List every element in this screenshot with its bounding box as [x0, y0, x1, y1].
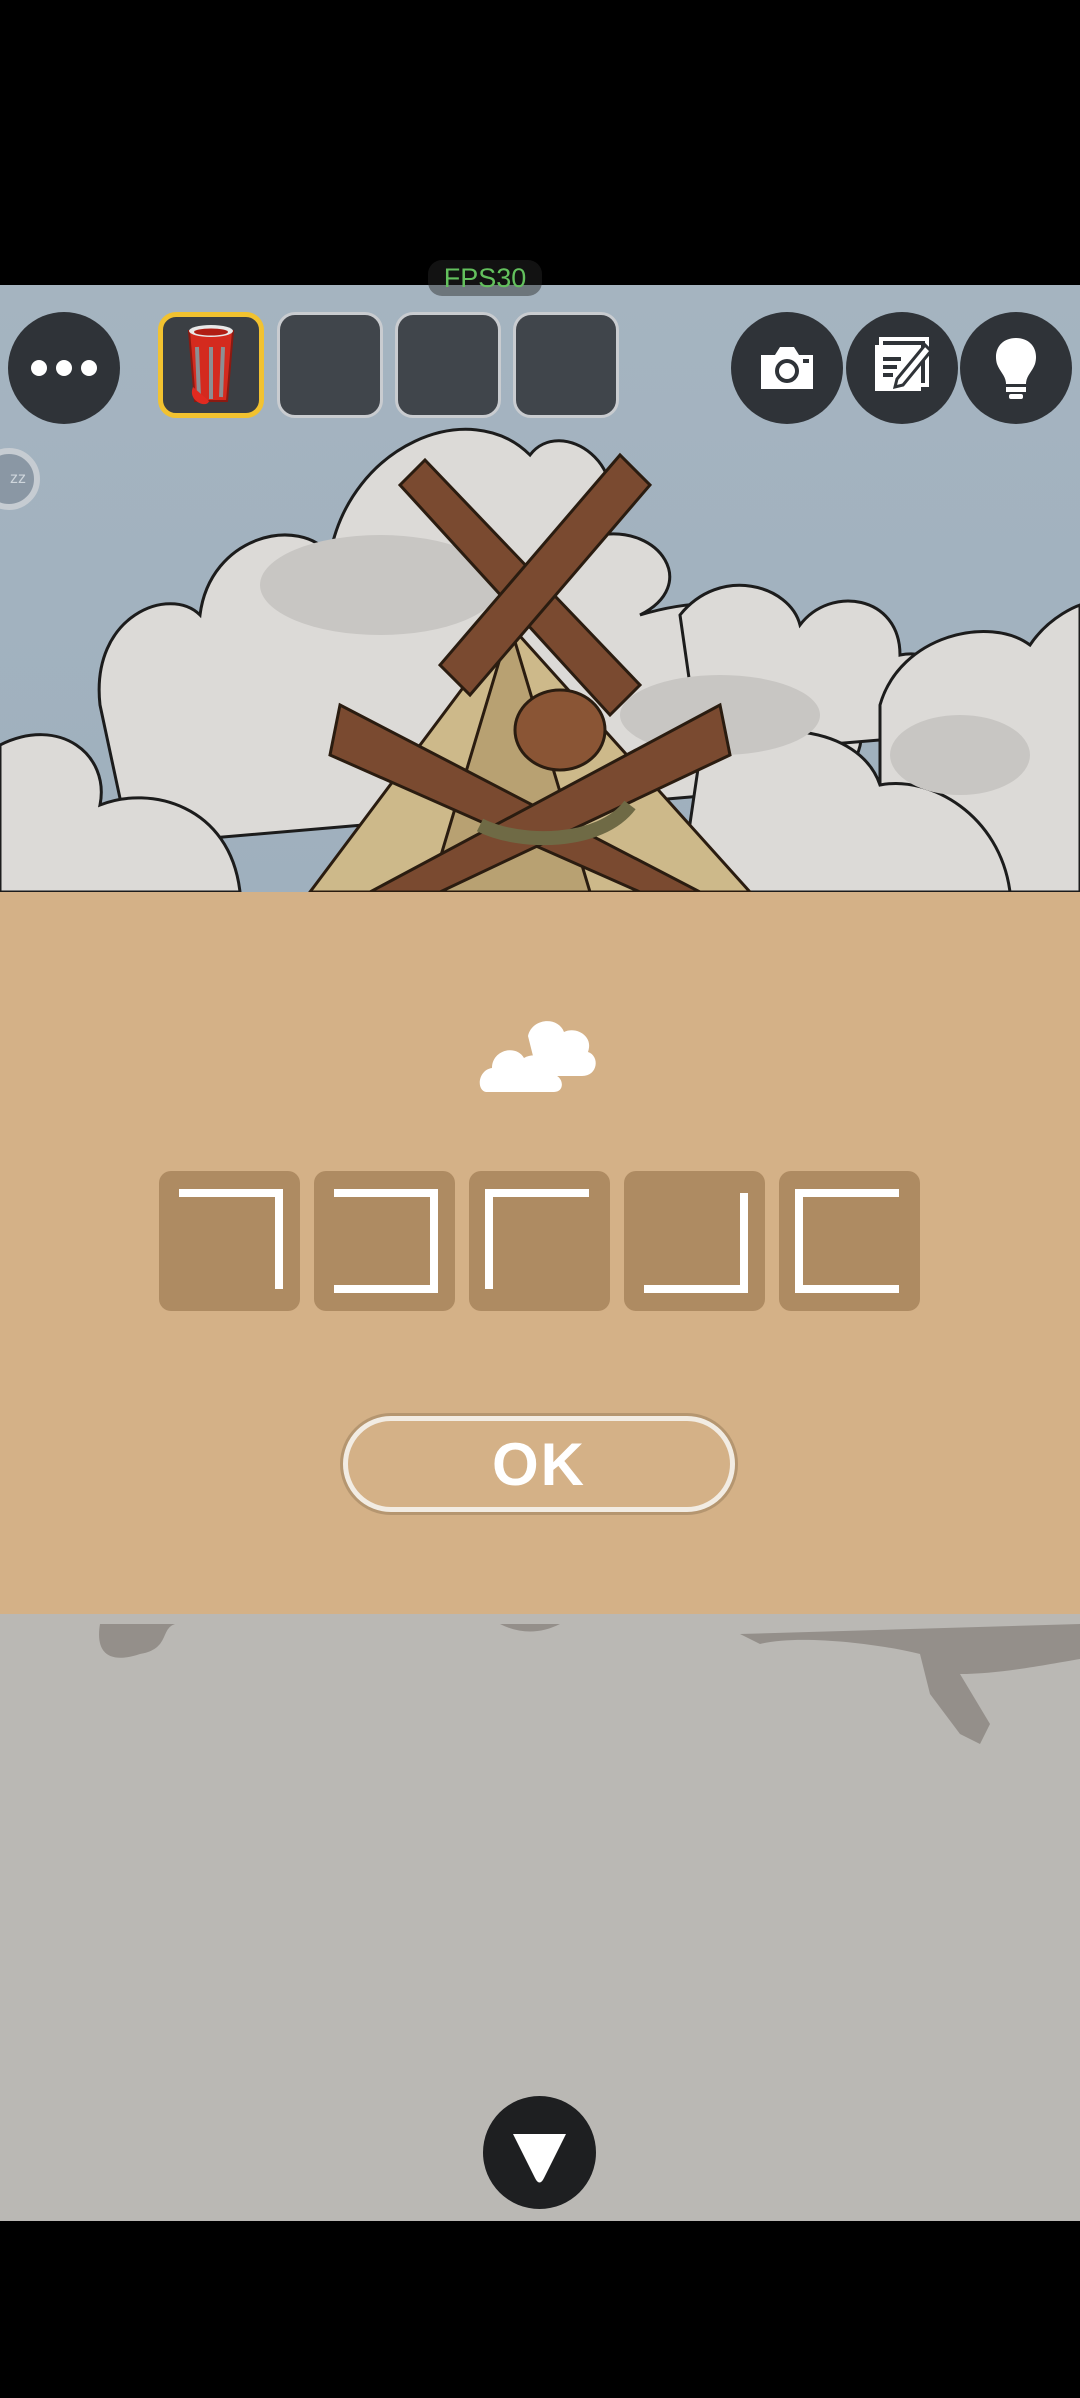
bottom-right-bracket-glyph	[644, 1193, 748, 1293]
left-bracket-glyph	[795, 1189, 899, 1293]
fps-counter: FPS30	[428, 260, 542, 296]
inventory-slot-2[interactable]	[277, 312, 383, 418]
ok-button[interactable]: OK	[343, 1416, 735, 1512]
hint-button[interactable]	[960, 312, 1072, 424]
top-letterbox	[0, 0, 1080, 285]
code-tile-5[interactable]	[779, 1171, 920, 1311]
lightbulb-icon	[995, 338, 1037, 399]
right-bracket-glyph	[334, 1189, 438, 1293]
clouds-icon	[479, 1021, 596, 1092]
inventory-slot-3[interactable]	[395, 312, 501, 418]
camera-icon	[761, 347, 813, 389]
red-paint-cup-icon	[187, 325, 235, 405]
menu-button[interactable]	[8, 312, 120, 424]
more-dots-icon	[31, 360, 97, 376]
memo-pencil-icon	[875, 337, 934, 391]
inventory-slot-4[interactable]	[513, 312, 619, 418]
bottom-letterbox	[0, 2221, 1080, 2398]
inventory-slot-1[interactable]	[158, 312, 264, 418]
memo-button[interactable]	[846, 312, 958, 424]
code-tile-3[interactable]	[469, 1171, 610, 1311]
code-tile-2[interactable]	[314, 1171, 455, 1311]
camera-button[interactable]	[731, 312, 843, 424]
top-left-bracket-glyph	[485, 1189, 589, 1289]
code-tile-1[interactable]	[159, 1171, 300, 1311]
top-right-bracket-glyph	[179, 1189, 283, 1289]
down-nav-button[interactable]	[483, 2096, 596, 2209]
side-indicator-text: zz	[10, 470, 26, 487]
code-tile-4[interactable]	[624, 1171, 765, 1311]
down-arrow-icon	[513, 2134, 566, 2183]
